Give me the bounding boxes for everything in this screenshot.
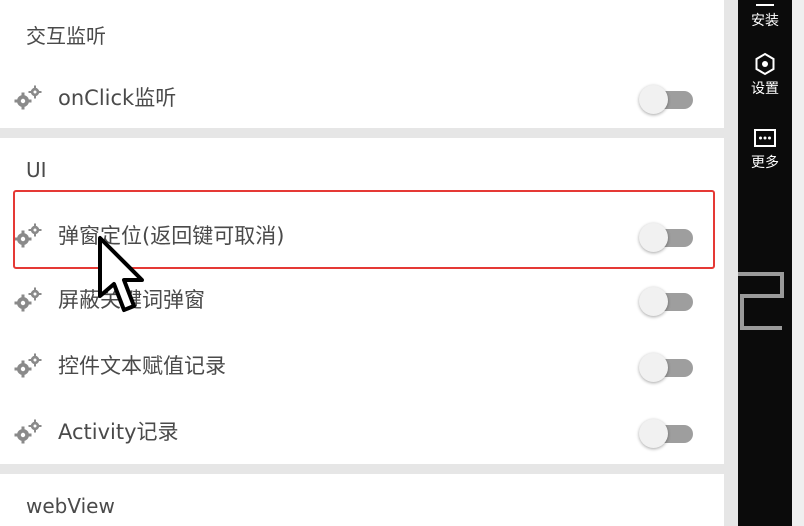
settings-button[interactable]: 设置 [738,52,792,98]
ellipsis-box-icon [754,129,776,147]
toggle-thumb [639,287,668,316]
section-title: UI [26,158,47,182]
hexagon-settings-icon [755,52,775,76]
activity-log-toggle[interactable] [639,418,695,448]
setting-label: 控件文本赋值记录 [58,354,226,378]
floating-sidebar: 安装 设置 更多 [738,0,792,526]
toggle-thumb [639,419,668,448]
block-keyword-popup-toggle[interactable] [639,286,695,316]
setting-row-widget-text-log[interactable]: 控件文本赋值记录 [0,334,724,398]
onclick-listen-toggle[interactable] [639,84,695,114]
setting-row-onclick-listen[interactable]: onClick监听 [0,66,724,130]
install-label: 安装 [751,13,779,29]
section-webview: webView [0,474,724,526]
install-icon [756,0,774,6]
gears-icon [14,419,42,444]
toggle-thumb [639,85,668,114]
section-title: 交互监听 [26,24,106,48]
toggle-thumb [639,353,668,382]
mouse-cursor-icon [98,236,144,312]
setting-row-activity-log[interactable]: Activity记录 [0,400,724,464]
widget-text-log-toggle[interactable] [639,352,695,382]
background-glyph-decoration [738,272,784,330]
section-interaction-listen: 交互监听 onClick监听 [0,0,724,128]
gears-icon [14,353,42,378]
more-button[interactable]: 更多 [738,128,792,172]
section-title: webView [26,494,115,518]
setting-label: Activity记录 [58,420,179,444]
gears-icon [14,85,42,110]
install-button[interactable]: 安装 [738,0,792,30]
setting-label: onClick监听 [58,86,177,110]
gears-icon [14,287,42,312]
settings-label: 设置 [751,81,779,97]
right-edge-strip [792,0,804,526]
more-label: 更多 [751,155,779,171]
